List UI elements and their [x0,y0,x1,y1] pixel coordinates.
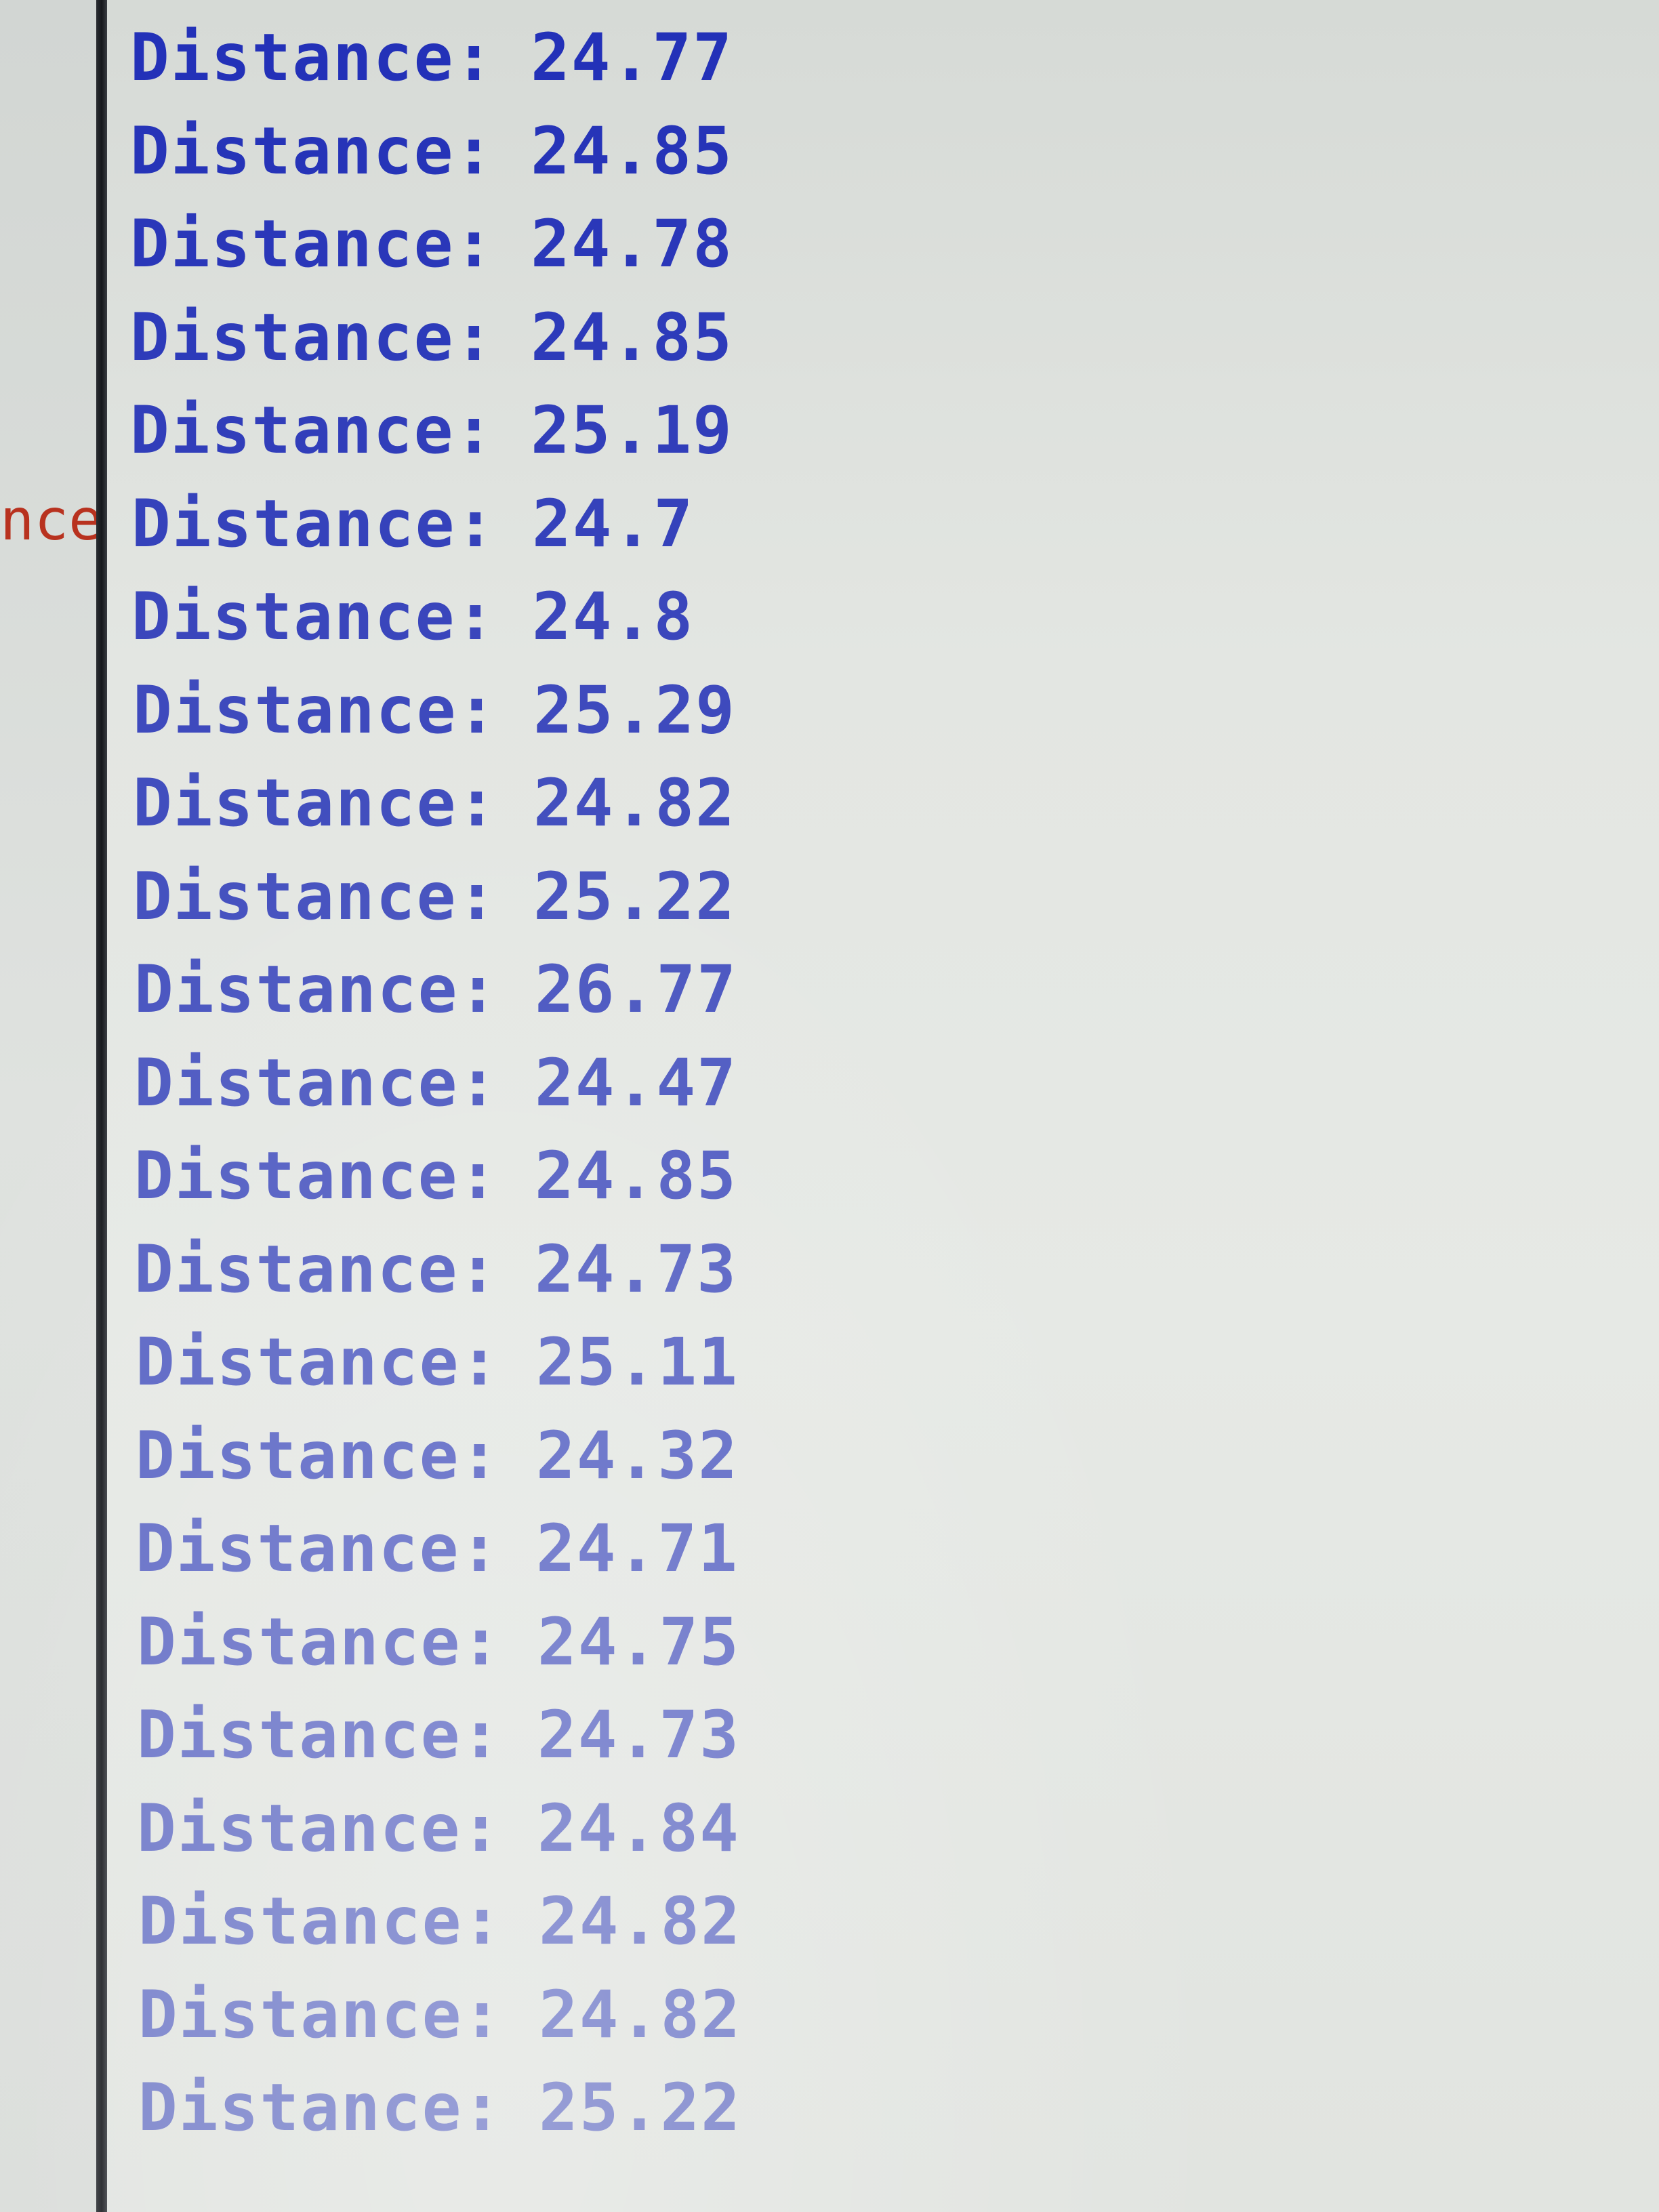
console-line: Distance: 24.47 [134,1046,737,1120]
console-line: Distance: 25.19 [130,393,733,468]
console-line-label: Distance: [131,579,497,655]
console-line-label: Distance: [134,1044,499,1121]
console-line: Distance: 24.7 [131,487,694,561]
console-line-label: Distance: [130,392,495,468]
console-line: Distance: 24.82 [138,1884,741,1959]
console-line: Distance: 25.11 [136,1325,739,1399]
console-line-value: 24.82 [538,1883,741,1959]
console-line-value: 24.32 [535,1417,739,1494]
console-line-label: Distance: [136,1417,501,1494]
console-line: Distance: 24.78 [130,207,733,281]
console-line-value: 24.77 [530,20,733,96]
left-panel-partial-text: nce [0,489,96,550]
console-line-label: Distance: [133,858,498,935]
console-line-label: Distance: [130,299,495,375]
console-line-label: Distance: [133,765,498,841]
console-line-value: 24.73 [537,1697,740,1773]
console-line-value: 26.77 [534,951,737,1027]
console-line-cutoff: Dista [130,0,326,14]
console-line-label: Distance: [133,672,498,748]
console-line-label: Distance: [137,1697,502,1773]
console-line-value: 25.22 [538,2070,741,2146]
serial-monitor-output: Dista Distance:24.77Distance:24.85Distan… [107,0,1659,2212]
console-line: Distance: 24.85 [130,114,733,188]
console-line: Distance: 24.32 [136,1418,739,1493]
console-line-label: Distance: [134,951,499,1027]
panel-divider[interactable] [96,0,107,2212]
console-line-label: Distance: [134,1231,499,1307]
console-line-value: 24.75 [537,1603,740,1680]
console-line: Distance: 24.8 [131,579,694,654]
left-editor-panel: nce [0,0,96,2212]
console-line: Distance: 25.29 [133,673,736,747]
console-line: Distance: 24.82 [133,766,736,840]
console-line-label: Distance: [130,206,495,282]
console-line-value: 25.29 [533,672,736,748]
console-line: Distance: 24.75 [137,1605,740,1679]
console-line-label: Distance: [136,1511,501,1586]
console-line: Distance: 24.85 [130,300,733,375]
console-line: Distance: 25.22 [133,859,736,934]
console-line-value: 24.85 [530,299,733,375]
console-line-label: Distance: [136,1324,501,1400]
console-line: Distance: 24.71 [136,1511,739,1586]
console-line-value: 24.85 [530,112,733,189]
console-line: Distance: 24.85 [134,1139,737,1213]
console-line-value: 24.7 [531,485,695,562]
console-line-value: 25.11 [535,1324,739,1400]
console-line: Distance: 24.84 [137,1791,740,1866]
console-line-value: 24.73 [534,1231,737,1307]
console-line-value: 24.71 [535,1511,739,1586]
console-line-label: Distance: [137,1603,502,1680]
console-line: Distance: 25.22 [138,2070,741,2145]
console-line-label: Distance: [130,112,495,189]
console-line-value: 24.85 [534,1138,737,1214]
console-line-value: 24.82 [538,1976,741,2053]
console-line-value: 24.78 [530,206,733,282]
console-line-value: 25.19 [530,392,733,468]
console-line: Distance: 24.82 [138,1978,741,2052]
console-line-value: 24.47 [534,1044,737,1121]
console-line-label: Distance: [134,1138,499,1214]
console-line-label: Distance: [138,2070,504,2146]
console-line-value: 24.84 [537,1790,740,1866]
console-line-label: Distance: [138,1976,504,2053]
console-line: Distance: 24.73 [137,1698,740,1772]
console-line: Distance: 26.77 [134,952,737,1027]
console-line: Distance: 24.77 [130,20,733,95]
console-line-label: Distance: [137,1790,502,1866]
console-line-label: Distance: [138,1883,504,1959]
console-line-label: Distance: [130,20,495,96]
console-line-value: 24.82 [533,765,736,841]
console-line-value: 24.8 [531,579,695,655]
console-line: Distance: 24.73 [134,1232,737,1307]
console-line-label: Distance: [131,485,497,562]
console-line-value: 25.22 [533,858,736,935]
